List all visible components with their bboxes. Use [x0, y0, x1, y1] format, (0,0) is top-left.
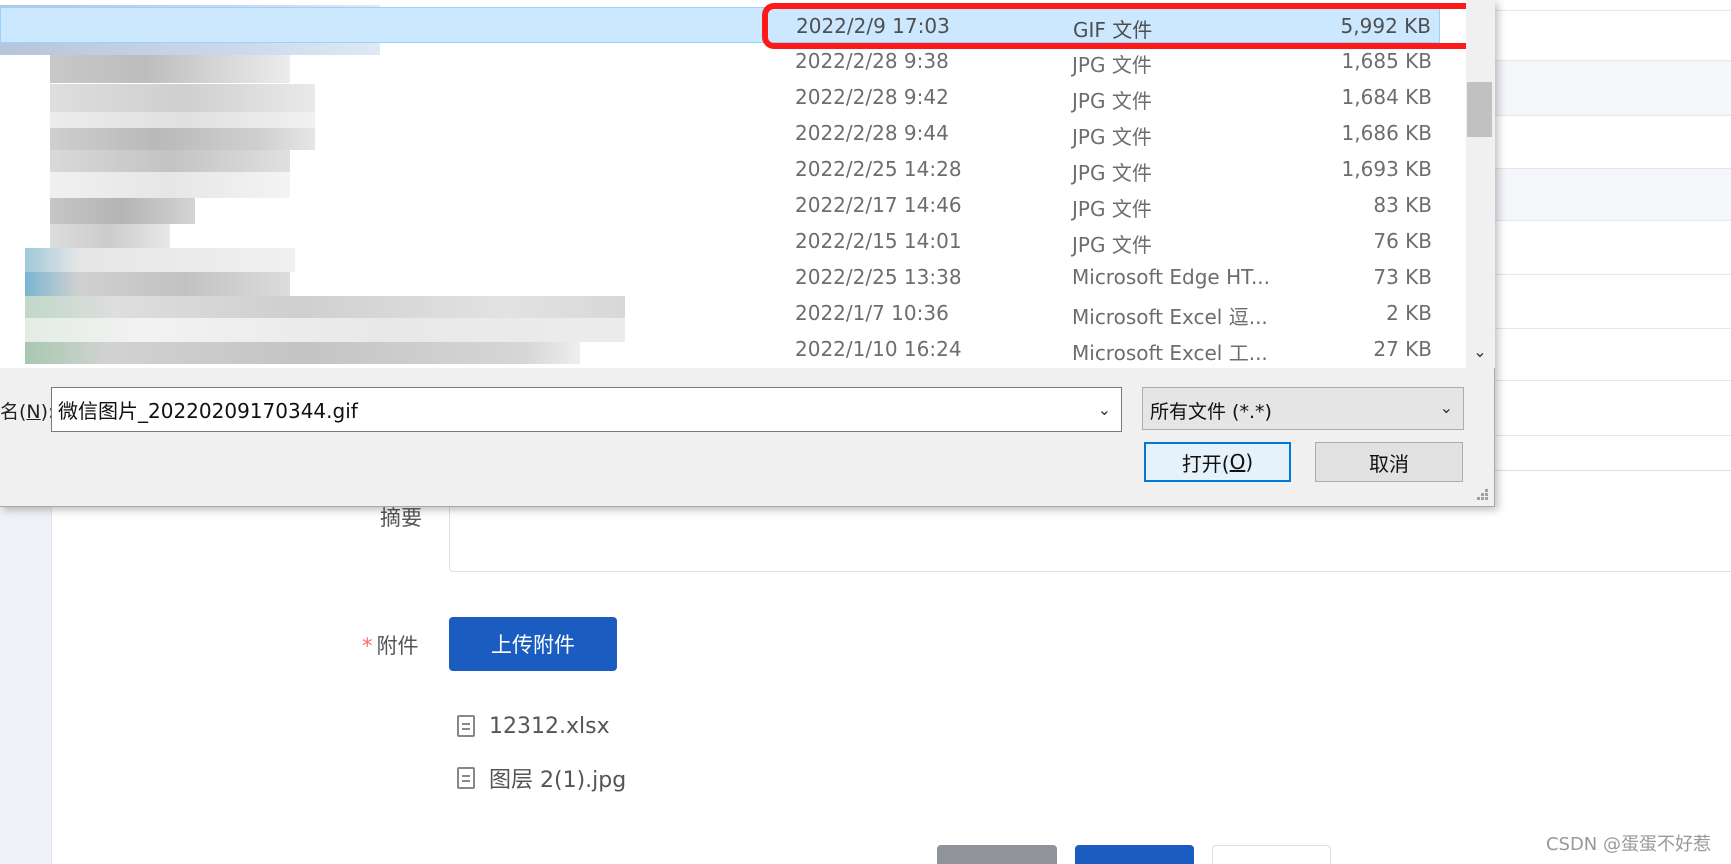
file-date: 2022/2/28 9:42	[795, 85, 949, 109]
file-row[interactable]: 2022/2/17 14:46 JPG 文件 83 KB	[0, 187, 1440, 223]
file-size: 1,685 KB	[1341, 49, 1432, 73]
chevron-down-icon[interactable]: ⌄	[1440, 398, 1453, 417]
filename-combobox[interactable]: ⌄	[51, 387, 1122, 432]
file-size: 1,684 KB	[1341, 85, 1432, 109]
file-size: 76 KB	[1373, 229, 1432, 253]
file-type: Microsoft Excel 逗...	[1072, 305, 1268, 329]
file-size: 27 KB	[1373, 337, 1432, 361]
vertical-scrollbar[interactable]	[1466, 0, 1495, 368]
scrollbar-thumb[interactable]	[1467, 82, 1492, 137]
attachment-label-text: 附件	[376, 634, 419, 658]
filename-input[interactable]	[52, 388, 1082, 431]
file-type: JPG 文件	[1072, 161, 1152, 185]
file-row[interactable]: 2022/1/7 10:36 Microsoft Excel 逗... 2 KB	[0, 295, 1440, 331]
required-mark: *	[362, 634, 373, 658]
file-row[interactable]: 2022/2/28 9:42 JPG 文件 1,684 KB	[0, 79, 1440, 115]
save-form-button[interactable]	[1075, 845, 1194, 864]
file-date: 2022/2/15 14:01	[795, 229, 962, 253]
file-size: 1,686 KB	[1341, 121, 1432, 145]
attachment-item[interactable]: 图层 2(1).jpg	[457, 763, 626, 793]
file-size: 1,693 KB	[1341, 157, 1432, 181]
resize-grip-icon[interactable]	[1473, 485, 1491, 503]
file-type: JPG 文件	[1072, 233, 1152, 257]
document-icon	[457, 715, 475, 737]
file-list[interactable]: 2022/2/9 17:03 GIF 文件 5,992 KB 2022/2/28…	[0, 0, 1466, 368]
background-table-edge	[1490, 0, 1731, 500]
file-type: JPG 文件	[1072, 197, 1152, 221]
file-date: 2022/2/28 9:44	[795, 121, 949, 145]
file-date: 2022/1/10 16:24	[795, 337, 962, 361]
attachment-name: 图层 2(1).jpg	[489, 768, 627, 793]
file-row[interactable]: 2022/2/25 13:38 Microsoft Edge HT... 73 …	[0, 259, 1440, 295]
file-date: 2022/1/7 10:36	[795, 301, 949, 325]
file-date: 2022/2/17 14:46	[795, 193, 962, 217]
chevron-down-icon[interactable]: ⌄	[1098, 400, 1111, 419]
document-icon	[457, 767, 475, 789]
file-date: 2022/2/28 9:38	[795, 49, 949, 73]
reset-form-button[interactable]	[1212, 845, 1331, 864]
file-row[interactable]: 2022/2/25 14:28 JPG 文件 1,693 KB	[0, 151, 1440, 187]
red-highlight-annotation	[762, 3, 1482, 49]
file-type: Microsoft Edge HT...	[1072, 265, 1271, 289]
cancel-button[interactable]: 取消	[1315, 442, 1463, 482]
file-date: 2022/2/25 13:38	[795, 265, 962, 289]
file-row[interactable]: 2022/2/28 9:44 JPG 文件 1,686 KB	[0, 115, 1440, 151]
watermark: CSDN @蛋蛋不好惹	[1545, 834, 1711, 855]
attachment-name: 12312.xlsx	[489, 713, 610, 739]
file-size: 73 KB	[1373, 265, 1432, 289]
file-type: JPG 文件	[1072, 125, 1152, 149]
attachment-item[interactable]: 12312.xlsx	[457, 711, 610, 741]
scroll-down-icon[interactable]: ⌄	[1470, 342, 1490, 362]
file-type: JPG 文件	[1072, 89, 1152, 113]
upload-attachment-button[interactable]: 上传附件	[449, 617, 617, 671]
file-open-dialog: 2022/2/9 17:03 GIF 文件 5,992 KB 2022/2/28…	[0, 0, 1495, 507]
attachment-label: * 附件	[362, 630, 419, 660]
file-type: Microsoft Excel 工...	[1072, 341, 1268, 365]
file-size: 83 KB	[1373, 193, 1432, 217]
cancel-form-button[interactable]	[937, 845, 1057, 864]
filetype-filter-value: 所有文件 (*.*)	[1150, 401, 1272, 423]
filetype-filter-select[interactable]: 所有文件 (*.*) ⌄	[1142, 387, 1464, 430]
file-row[interactable]: 2022/2/15 14:01 JPG 文件 76 KB	[0, 223, 1440, 259]
file-row[interactable]: 2022/1/10 16:24 Microsoft Excel 工... 27 …	[0, 331, 1440, 367]
filename-label: 名(N):	[0, 401, 55, 423]
file-type: JPG 文件	[1072, 53, 1152, 77]
file-date: 2022/2/25 14:28	[795, 157, 962, 181]
file-size: 2 KB	[1386, 301, 1432, 325]
open-button[interactable]: 打开(O)	[1144, 442, 1291, 482]
